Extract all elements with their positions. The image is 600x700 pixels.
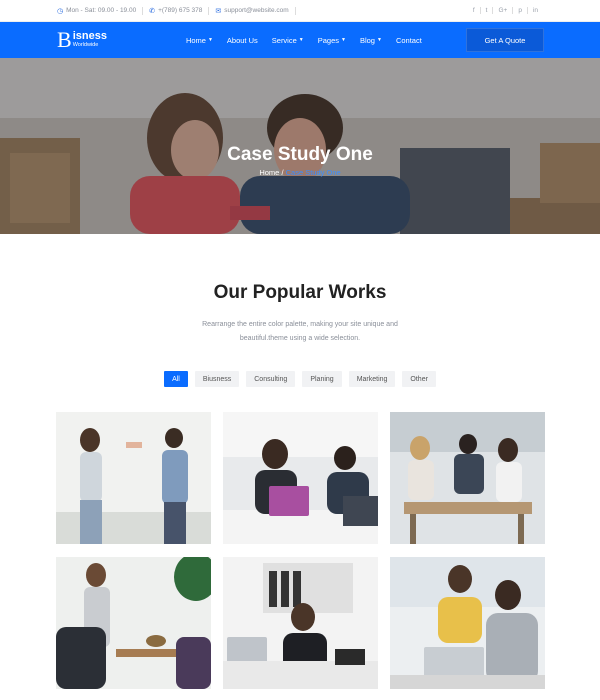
portfolio-image [390, 557, 545, 689]
nav-item-contact[interactable]: Contact [389, 36, 429, 45]
portfolio-card[interactable] [390, 557, 545, 689]
description-line: beautiful.theme using a wide selection. [239, 335, 361, 342]
site-logo[interactable]: B isness Worldwide [57, 29, 107, 51]
nav-item-about-us[interactable]: About Us [220, 36, 265, 45]
breadcrumb-separator: / [281, 168, 284, 177]
filter-all[interactable]: All [164, 371, 188, 387]
mail-icon: ✉ [215, 7, 222, 15]
twitter-icon[interactable]: t [481, 7, 494, 14]
portfolio-grid [56, 412, 545, 689]
breadcrumb-home-link[interactable]: Home [259, 168, 279, 177]
phone-icon: ✆ [149, 7, 156, 15]
email-info[interactable]: ✉ support@website.com [215, 6, 296, 15]
top-info-bar: ◷ Mon - Sat: 09.00 - 19.00 ✆ +(789) 675 … [0, 0, 600, 22]
chevron-down-icon: ▼ [298, 37, 304, 43]
portfolio-image [223, 412, 378, 544]
nav-label: Home [185, 35, 206, 45]
main-menu: Home ▼ About Us Service ▼ Pages ▼ Blog ▼ Con… [179, 36, 429, 45]
portfolio-image [223, 557, 378, 689]
section-description: Rearrange the entire color palette, maki… [0, 318, 600, 346]
social-links: f t G+ p in [468, 7, 543, 14]
description-line: Rearrange the entire color palette, maki… [202, 321, 398, 328]
get-a-quote-button[interactable]: Get A Quote [466, 28, 544, 52]
portfolio-card[interactable] [223, 412, 378, 544]
logo-subtitle: Worldwide [72, 42, 99, 49]
portfolio-card[interactable] [390, 412, 545, 544]
logo-text: isness Worldwide [73, 31, 107, 49]
breadcrumb-current: Case Study One [285, 168, 341, 177]
logo-letter: B [57, 27, 72, 52]
facebook-icon[interactable]: f [468, 7, 481, 14]
filter-consulting[interactable]: Consulting [246, 371, 296, 387]
chevron-down-icon: ▼ [207, 37, 213, 43]
phone-info[interactable]: ✆ +(789) 675 378 [149, 6, 210, 15]
nav-label: Service [271, 35, 297, 45]
pinterest-icon[interactable]: p [513, 7, 528, 14]
portfolio-image [56, 412, 211, 544]
nav-label: About Us [226, 35, 258, 45]
email-text[interactable]: support@website.com [224, 7, 288, 14]
nav-item-pages[interactable]: Pages ▼ [311, 36, 353, 45]
page-title: Case Study One [227, 144, 373, 165]
chevron-down-icon: ▼ [341, 37, 346, 43]
portfolio-image [390, 412, 545, 544]
nav-item-service[interactable]: Service ▼ [265, 36, 311, 45]
portfolio-filter-bar: All Biusness Consulting Planing Marketin… [0, 371, 600, 387]
nav-label: Pages [317, 35, 340, 45]
chevron-down-icon: ▼ [376, 37, 382, 43]
google-plus-icon[interactable]: G+ [493, 7, 514, 14]
hours-text: Mon - Sat: 09.00 - 19.00 [66, 7, 137, 14]
nav-label: Contact [395, 35, 422, 45]
filter-marketing[interactable]: Marketing [348, 371, 396, 387]
hours-info: ◷ Mon - Sat: 09.00 - 19.00 [57, 6, 144, 15]
nav-item-home[interactable]: Home ▼ [179, 36, 220, 45]
linkedin-icon[interactable]: in [528, 7, 543, 14]
main-navbar: B isness Worldwide Home ▼ About Us Servic… [0, 22, 600, 58]
portfolio-card[interactable] [56, 412, 211, 544]
portfolio-card[interactable] [223, 557, 378, 689]
logo-name: isness [72, 30, 107, 43]
nav-item-blog[interactable]: Blog ▼ [353, 36, 389, 45]
filter-other[interactable]: Other [402, 371, 436, 387]
page-hero-banner: Case Study One Home / Case Study One [0, 58, 600, 234]
breadcrumb: Home / Case Study One [0, 168, 600, 177]
clock-icon: ◷ [57, 7, 64, 15]
portfolio-card[interactable] [56, 557, 211, 689]
nav-label: Blog [359, 35, 375, 45]
section-title: Our Popular Works [213, 282, 387, 303]
filter-business[interactable]: Biusness [194, 371, 240, 387]
filter-planning[interactable]: Planing [302, 371, 342, 387]
phone-text[interactable]: +(789) 675 378 [158, 7, 202, 14]
portfolio-image [56, 557, 211, 689]
